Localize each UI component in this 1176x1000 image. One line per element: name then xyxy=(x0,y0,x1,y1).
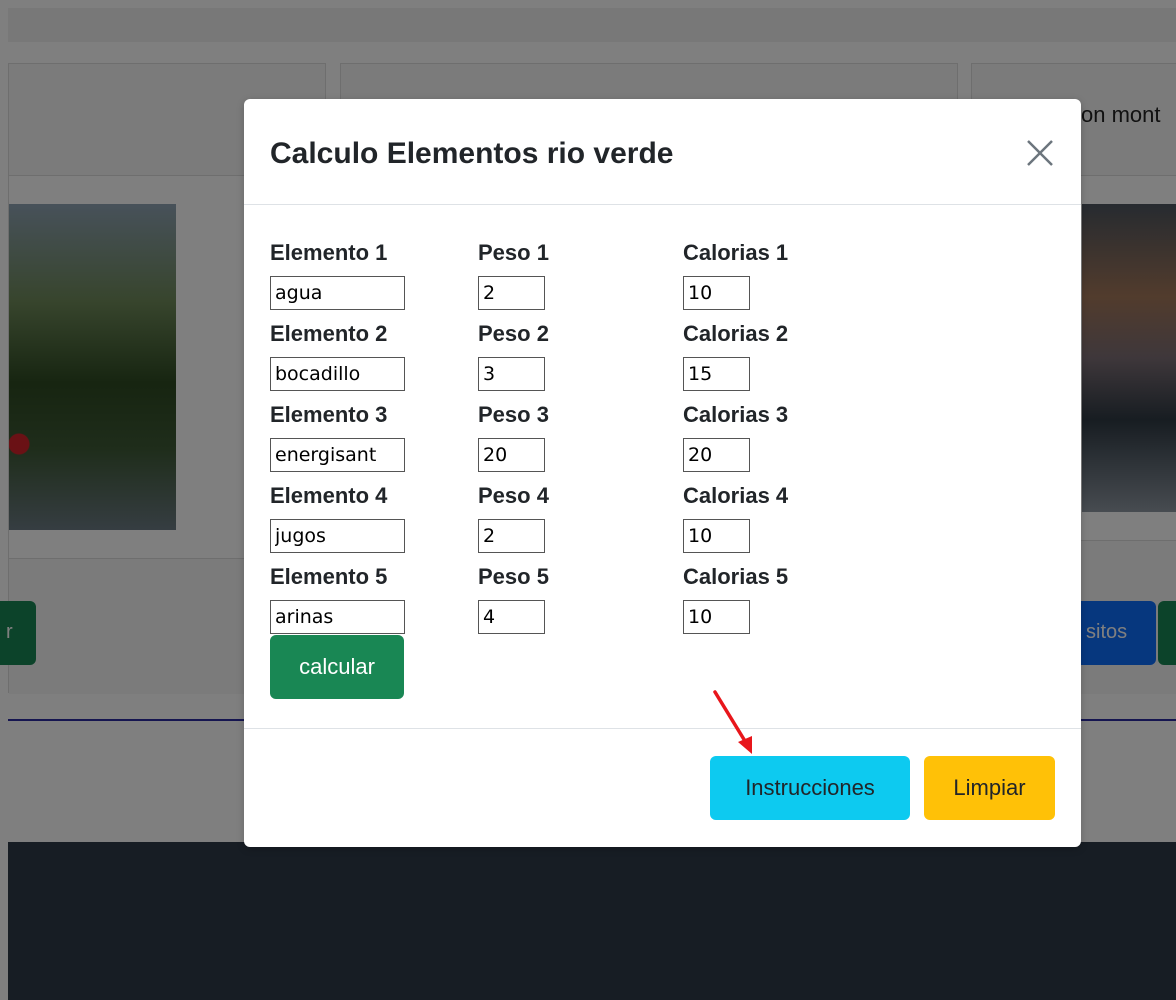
elemento-3-label: Elemento 3 xyxy=(270,402,388,427)
close-icon xyxy=(1027,140,1053,166)
elemento-4-input[interactable] xyxy=(270,519,405,553)
peso-3-input[interactable] xyxy=(478,438,545,472)
calorias-3-input[interactable] xyxy=(683,438,750,472)
limpiar-button[interactable]: Limpiar xyxy=(924,756,1055,820)
calorias-3-label: Calorias 3 xyxy=(683,402,789,427)
close-button[interactable] xyxy=(1024,137,1056,169)
calorias-5-label: Calorias 5 xyxy=(683,564,789,589)
modal-header: Calculo Elementos rio verde xyxy=(244,99,1081,205)
peso-5-label: Peso 5 xyxy=(478,564,549,589)
peso-4-input[interactable] xyxy=(478,519,545,553)
instrucciones-button[interactable]: Instrucciones xyxy=(710,756,910,820)
calorias-2-label: Calorias 2 xyxy=(683,321,789,346)
calorias-1-input[interactable] xyxy=(683,276,750,310)
annotation-arrow-icon xyxy=(713,690,752,754)
modal-title: Calculo Elementos rio verde xyxy=(270,137,674,170)
elemento-2-label: Elemento 2 xyxy=(270,321,388,346)
calorias-4-label: Calorias 4 xyxy=(683,483,789,508)
peso-3-label: Peso 3 xyxy=(478,402,549,427)
peso-2-input[interactable] xyxy=(478,357,545,391)
peso-4-label: Peso 4 xyxy=(478,483,549,508)
calorias-4-input[interactable] xyxy=(683,519,750,553)
peso-2-label: Peso 2 xyxy=(478,321,549,346)
elemento-1-input[interactable] xyxy=(270,276,405,310)
elemento-2-input[interactable] xyxy=(270,357,405,391)
calorias-5-input[interactable] xyxy=(683,600,750,634)
elemento-5-input[interactable] xyxy=(270,600,405,634)
calculo-modal: Calculo Elementos rio verde Elemento 1 P… xyxy=(244,99,1081,847)
peso-5-input[interactable] xyxy=(478,600,545,634)
elemento-1-label: Elemento 1 xyxy=(270,240,388,265)
modal-body: Elemento 1 Peso 1 Calorias 1 Elemento 2 … xyxy=(244,205,1081,728)
calcular-button[interactable]: calcular xyxy=(270,635,404,699)
calorias-2-input[interactable] xyxy=(683,357,750,391)
elemento-5-label: Elemento 5 xyxy=(270,564,388,589)
elemento-3-input[interactable] xyxy=(270,438,405,472)
calorias-1-label: Calorias 1 xyxy=(683,240,789,265)
elemento-4-label: Elemento 4 xyxy=(270,483,388,508)
peso-1-label: Peso 1 xyxy=(478,240,549,265)
peso-1-input[interactable] xyxy=(478,276,545,310)
modal-footer: Instrucciones Limpiar xyxy=(244,728,1081,847)
